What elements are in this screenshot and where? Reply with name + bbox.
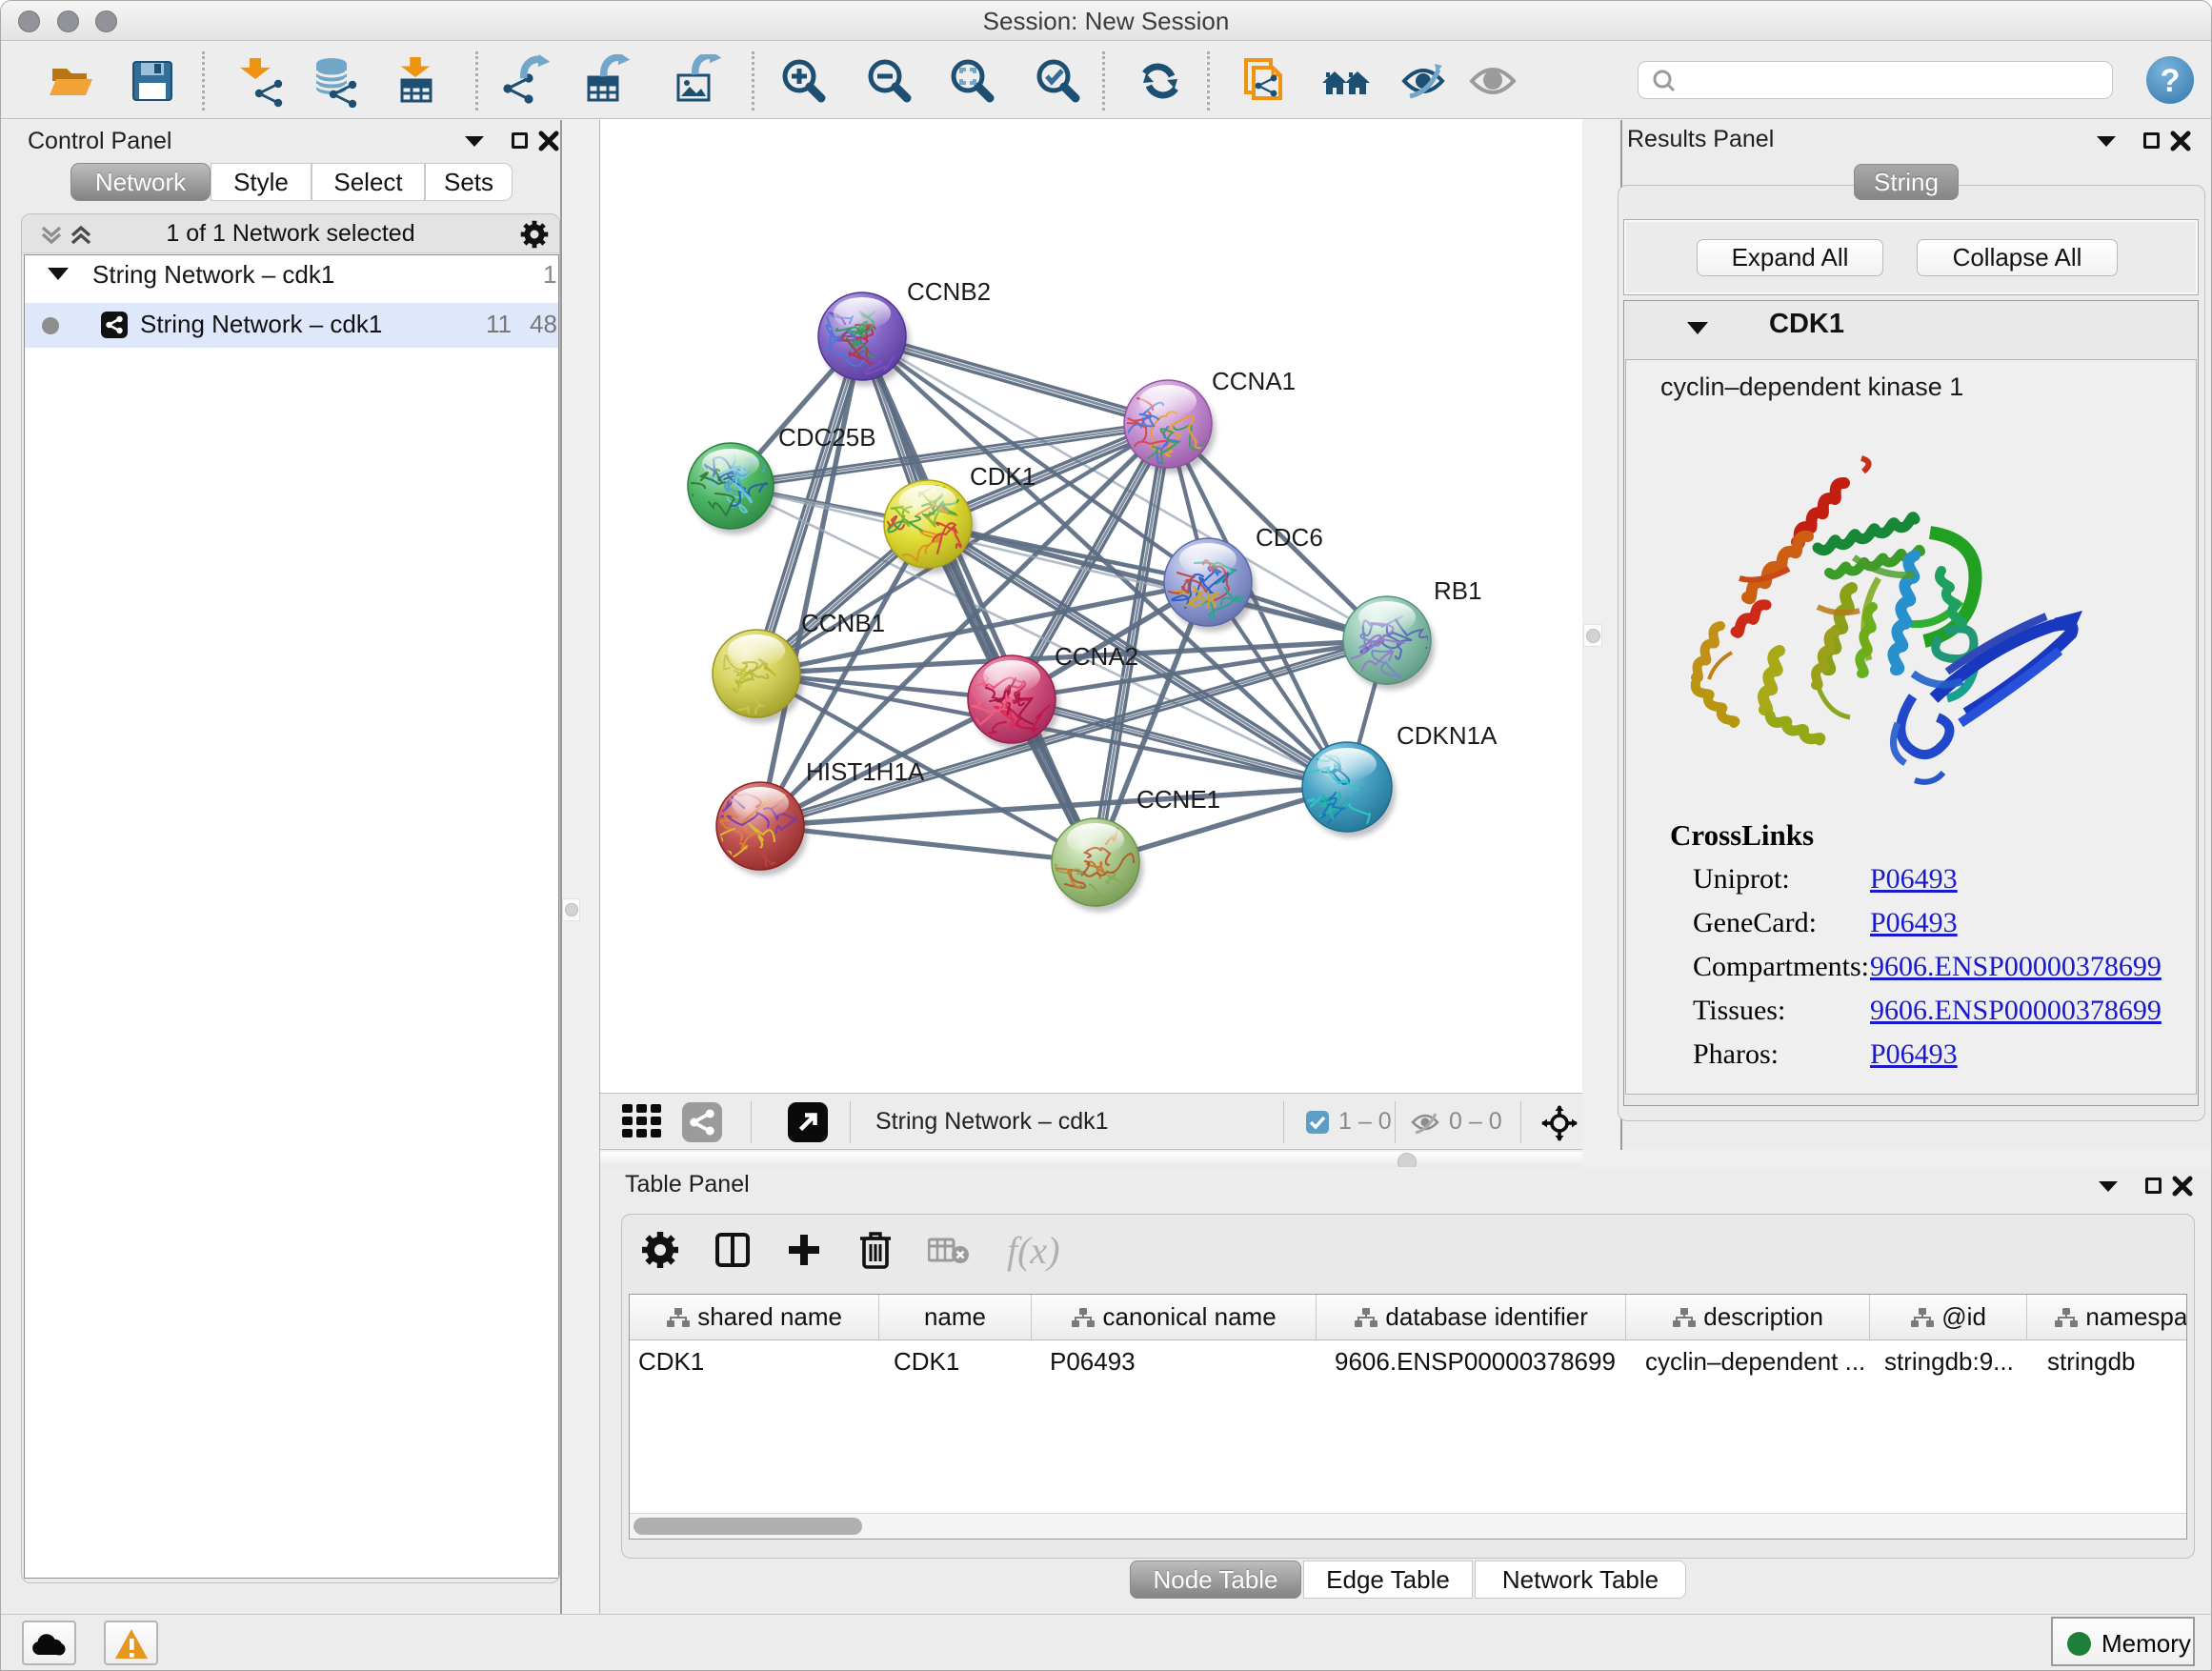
svg-text:CCNE1: CCNE1: [1136, 785, 1220, 814]
svg-text:CCNB2: CCNB2: [907, 277, 991, 306]
svg-text:CDC6: CDC6: [1256, 523, 1323, 552]
svg-text:CDC25B: CDC25B: [778, 423, 876, 452]
svg-text:CDKN1A: CDKN1A: [1397, 721, 1498, 750]
svg-text:CCNA1: CCNA1: [1212, 367, 1296, 395]
svg-text:RB1: RB1: [1434, 576, 1482, 605]
svg-text:CCNA2: CCNA2: [1055, 642, 1138, 671]
svg-text:HIST1H1A: HIST1H1A: [806, 757, 925, 786]
svg-text:CDK1: CDK1: [970, 462, 1036, 491]
svg-text:CCNB1: CCNB1: [801, 609, 885, 637]
svg-text:?: ?: [2161, 63, 2181, 99]
